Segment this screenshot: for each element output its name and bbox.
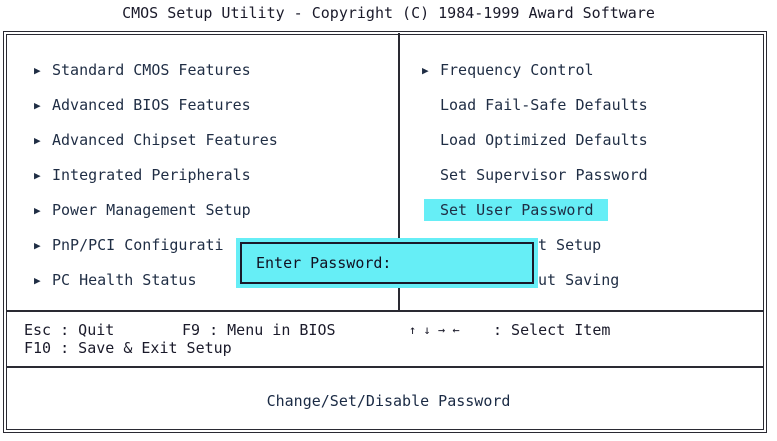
menu-set-supervisor-password[interactable]: Set Supervisor Password <box>440 164 648 186</box>
help-divider <box>7 310 763 312</box>
right-triangle-icon: ▶ <box>34 238 41 252</box>
menu-set-user-password[interactable]: Set User Password <box>424 199 608 221</box>
right-triangle-icon: ▶ <box>34 133 41 147</box>
menu-exit-without-saving[interactable]: ut Saving <box>538 269 619 291</box>
help-esc: Esc : Quit <box>24 321 115 339</box>
help-f9: F9 : Menu in BIOS <box>182 321 336 339</box>
right-triangle-icon: ▶ <box>34 63 41 77</box>
menu-frequency-control[interactable]: ▶ Frequency Control <box>422 59 594 81</box>
right-triangle-icon: ▶ <box>34 168 41 182</box>
status-description: Change/Set/Disable Password <box>266 392 511 410</box>
password-input[interactable]: Enter Password: <box>240 242 534 284</box>
help-f10: F10 : Save & Exit Setup <box>24 339 232 357</box>
main-frame <box>3 31 767 433</box>
menu-integrated-peripherals[interactable]: ▶ Integrated Peripherals <box>34 164 251 186</box>
menu-advanced-bios[interactable]: ▶ Advanced BIOS Features <box>34 94 251 116</box>
menu-pnp-pci[interactable]: ▶ PnP/PCI Configurati <box>34 234 224 256</box>
menu-standard-cmos[interactable]: ▶ Standard CMOS Features <box>34 59 251 81</box>
menu-power-management[interactable]: ▶ Power Management Setup <box>34 199 251 221</box>
password-dialog: Enter Password: <box>236 238 538 288</box>
password-prompt: Enter Password: <box>256 254 392 272</box>
right-triangle-icon: ▶ <box>34 203 41 217</box>
title-bar: CMOS Setup Utility - Copyright (C) 1984-… <box>122 4 655 22</box>
menu-load-failsafe[interactable]: Load Fail-Safe Defaults <box>440 94 648 116</box>
help-arrows: ↑ ↓ → ← <box>409 323 460 337</box>
menu-save-exit-setup[interactable]: t Setup <box>538 234 601 256</box>
menu-pc-health[interactable]: ▶ PC Health Status <box>34 269 197 291</box>
right-triangle-icon: ▶ <box>34 273 41 287</box>
menu-advanced-chipset[interactable]: ▶ Advanced Chipset Features <box>34 129 278 151</box>
menu-load-optimized[interactable]: Load Optimized Defaults <box>440 129 648 151</box>
right-triangle-icon: ▶ <box>422 63 429 77</box>
right-triangle-icon: ▶ <box>34 98 41 112</box>
status-divider <box>7 366 763 368</box>
help-select-item: : Select Item <box>493 321 611 339</box>
